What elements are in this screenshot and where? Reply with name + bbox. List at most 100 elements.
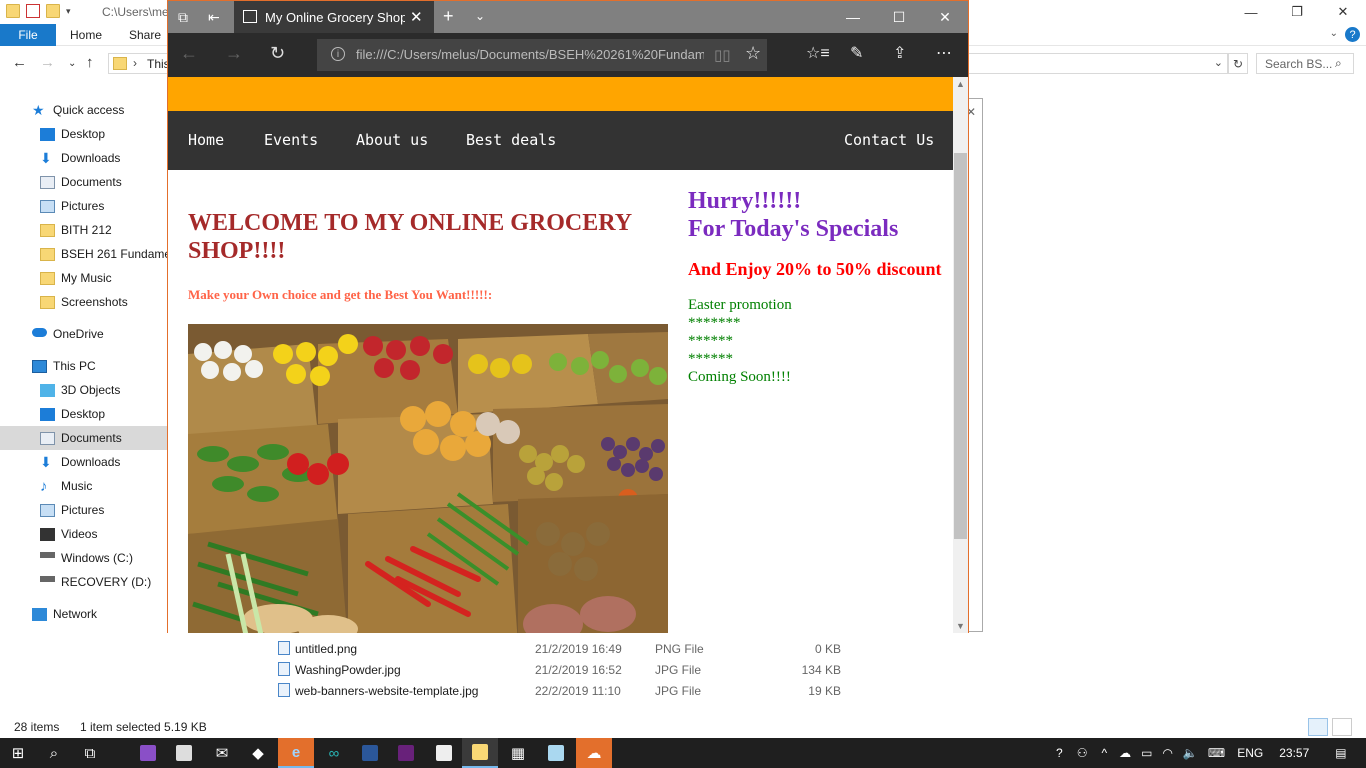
minimize-icon[interactable]: — bbox=[1228, 0, 1274, 24]
file-row[interactable]: untitled.png 21/2/2019 16:49 PNG File 0 KB bbox=[276, 638, 976, 659]
sidebar-item[interactable]: My Music bbox=[0, 266, 168, 290]
url-bar[interactable]: i file:///C:/Users/melus/Documents/BSEH%… bbox=[317, 39, 767, 71]
file-explorer-icon[interactable] bbox=[462, 738, 498, 768]
reading-view-icon[interactable]: ▯▯ bbox=[714, 46, 731, 64]
sidebar-item[interactable]: Documents bbox=[0, 170, 168, 194]
tab-preview-chevron-icon[interactable]: ⌄ bbox=[475, 9, 485, 23]
tabs-aside-icon[interactable]: ⧉ bbox=[178, 9, 188, 26]
info-icon[interactable]: i bbox=[331, 47, 345, 61]
sidebar-item[interactable]: BITH 212 bbox=[0, 218, 168, 242]
visual-studio-2-icon[interactable] bbox=[388, 738, 424, 768]
action-center-icon[interactable]: ▤ bbox=[1335, 746, 1346, 760]
page-scrollbar[interactable]: ▲ ▼ bbox=[953, 77, 968, 633]
keyboard-icon[interactable]: ⌨ bbox=[1208, 746, 1225, 760]
ribbon-file-tab[interactable]: File bbox=[0, 24, 56, 46]
edge-icon[interactable]: e bbox=[278, 738, 314, 768]
share-icon[interactable]: ⇪ bbox=[893, 43, 906, 63]
close-icon[interactable]: ✕ bbox=[922, 1, 968, 33]
show-hidden-icons-icon[interactable]: ^ bbox=[1101, 746, 1107, 760]
sidebar-item[interactable]: Windows (C:) bbox=[0, 546, 168, 570]
language-indicator[interactable]: ENG bbox=[1237, 746, 1263, 760]
wifi-icon[interactable]: ◠ bbox=[1162, 746, 1172, 760]
task-view-icon[interactable]: ⧉ bbox=[72, 738, 108, 768]
visual-studio-icon[interactable] bbox=[130, 738, 166, 768]
restore-icon[interactable]: ❐ bbox=[1274, 0, 1320, 24]
favorites-hub-icon[interactable]: ☆≡ bbox=[806, 43, 830, 63]
address-dropdown-icon[interactable]: ⌄ bbox=[1214, 56, 1223, 69]
minimize-icon[interactable]: — bbox=[830, 1, 876, 33]
sidebar-item[interactable]: Desktop bbox=[0, 122, 168, 146]
clock[interactable]: 23:57 bbox=[1279, 746, 1309, 760]
nav-home[interactable]: Home bbox=[188, 131, 224, 149]
ribbon-share-tab[interactable]: Share bbox=[129, 28, 161, 42]
new-tab-icon[interactable]: + bbox=[443, 6, 454, 27]
details-view-icon[interactable] bbox=[1308, 718, 1328, 736]
search-icon[interactable]: ⌕ bbox=[36, 738, 72, 768]
forward-arrow-icon[interactable]: → bbox=[40, 54, 55, 71]
sidebar-item[interactable]: Desktop bbox=[0, 402, 168, 426]
sidebar-item[interactable]: 3D Objects bbox=[0, 378, 168, 402]
pen-notes-icon[interactable]: ✎ bbox=[850, 43, 863, 63]
ribbon-home-tab[interactable]: Home bbox=[70, 28, 102, 42]
notepad-icon[interactable] bbox=[538, 738, 574, 768]
more-icon[interactable]: ⋯ bbox=[936, 43, 952, 63]
sidebar-item[interactable]: Videos bbox=[0, 522, 168, 546]
dropbox-icon[interactable]: ◆ bbox=[240, 738, 276, 768]
close-tab-icon[interactable]: ✕ bbox=[410, 8, 423, 26]
nav-contact-us[interactable]: Contact Us bbox=[844, 131, 934, 149]
nav-best-deals[interactable]: Best deals bbox=[466, 131, 556, 149]
browser-tab[interactable]: My Online Grocery Shop ✕ bbox=[234, 1, 434, 33]
nav-about-us[interactable]: About us bbox=[356, 131, 428, 149]
back-arrow-icon[interactable]: ← bbox=[180, 43, 198, 64]
folder-icon[interactable] bbox=[6, 4, 20, 18]
sidebar-item[interactable]: BSEH 261 Fundament bbox=[0, 242, 181, 266]
sidebar-item[interactable]: Pictures bbox=[0, 498, 168, 522]
file-row[interactable]: web-banners-website-template.jpg 22/2/201… bbox=[276, 680, 976, 701]
start-windows-icon[interactable]: ⊞ bbox=[0, 738, 36, 768]
customize-toolbar-icon[interactable]: ▾ bbox=[66, 6, 71, 17]
sidebar-item[interactable]: ⬇ Downloads bbox=[0, 450, 168, 474]
store-icon[interactable] bbox=[166, 738, 202, 768]
sidebar-item[interactable]: This PC bbox=[0, 354, 168, 378]
sidebar-item[interactable]: ⬇ Downloads bbox=[0, 146, 168, 170]
sidebar-item[interactable]: Screenshots bbox=[0, 290, 168, 314]
word-icon[interactable] bbox=[352, 738, 388, 768]
sidebar-item[interactable]: ★ Quick access bbox=[0, 98, 168, 122]
scroll-up-icon[interactable]: ▲ bbox=[956, 79, 965, 89]
people-icon[interactable]: ⚇ bbox=[1077, 746, 1088, 760]
help-tray-icon[interactable]: ? bbox=[1056, 746, 1063, 760]
recent-locations-icon[interactable]: ⌄ bbox=[68, 58, 76, 69]
amazon-icon[interactable] bbox=[426, 738, 462, 768]
sidebar-item[interactable]: Pictures bbox=[0, 194, 168, 218]
properties-icon[interactable] bbox=[26, 4, 40, 18]
favorite-star-icon[interactable]: ☆ bbox=[745, 43, 761, 64]
forward-arrow-icon[interactable]: → bbox=[225, 43, 243, 64]
new-folder-icon[interactable] bbox=[46, 4, 60, 18]
refresh-icon[interactable]: ↻ bbox=[270, 43, 285, 64]
onedrive-tray-icon[interactable]: ☁ bbox=[1119, 746, 1131, 760]
mail-icon[interactable]: ✉ bbox=[204, 738, 240, 768]
scroll-down-icon[interactable]: ▼ bbox=[956, 621, 965, 631]
battery-icon[interactable]: ▭ bbox=[1141, 746, 1152, 760]
file-row[interactable]: WashingPowder.jpg 21/2/2019 16:52 JPG File… bbox=[276, 659, 976, 680]
sidebar-item[interactable]: Documents bbox=[0, 426, 168, 450]
volume-icon[interactable]: 🔈 bbox=[1183, 746, 1198, 760]
up-arrow-icon[interactable]: ↑ bbox=[86, 54, 94, 71]
arduino-icon[interactable]: ∞ bbox=[316, 738, 352, 768]
scrollbar-thumb[interactable] bbox=[954, 153, 967, 539]
close-icon[interactable]: ✕ bbox=[1320, 0, 1366, 24]
calculator-icon[interactable]: ▦ bbox=[500, 738, 536, 768]
search-box[interactable]: Search BS... ⌕ bbox=[1256, 53, 1354, 74]
back-arrow-icon[interactable]: ← bbox=[12, 54, 27, 71]
sidebar-item[interactable]: Network bbox=[0, 602, 168, 626]
weather-app-icon[interactable]: ☁ bbox=[576, 738, 612, 768]
set-tabs-aside-icon[interactable]: ⇤ bbox=[208, 9, 220, 26]
sidebar-item[interactable]: ♪ Music bbox=[0, 474, 168, 498]
help-icon[interactable]: ? bbox=[1345, 27, 1360, 42]
maximize-icon[interactable]: ☐ bbox=[876, 1, 922, 33]
large-icons-view-icon[interactable] bbox=[1332, 718, 1352, 736]
nav-events[interactable]: Events bbox=[264, 131, 318, 149]
sidebar-item[interactable]: OneDrive bbox=[0, 322, 168, 346]
expand-ribbon-icon[interactable]: ⌄ bbox=[1330, 28, 1338, 39]
refresh-icon[interactable]: ↻ bbox=[1228, 53, 1248, 74]
